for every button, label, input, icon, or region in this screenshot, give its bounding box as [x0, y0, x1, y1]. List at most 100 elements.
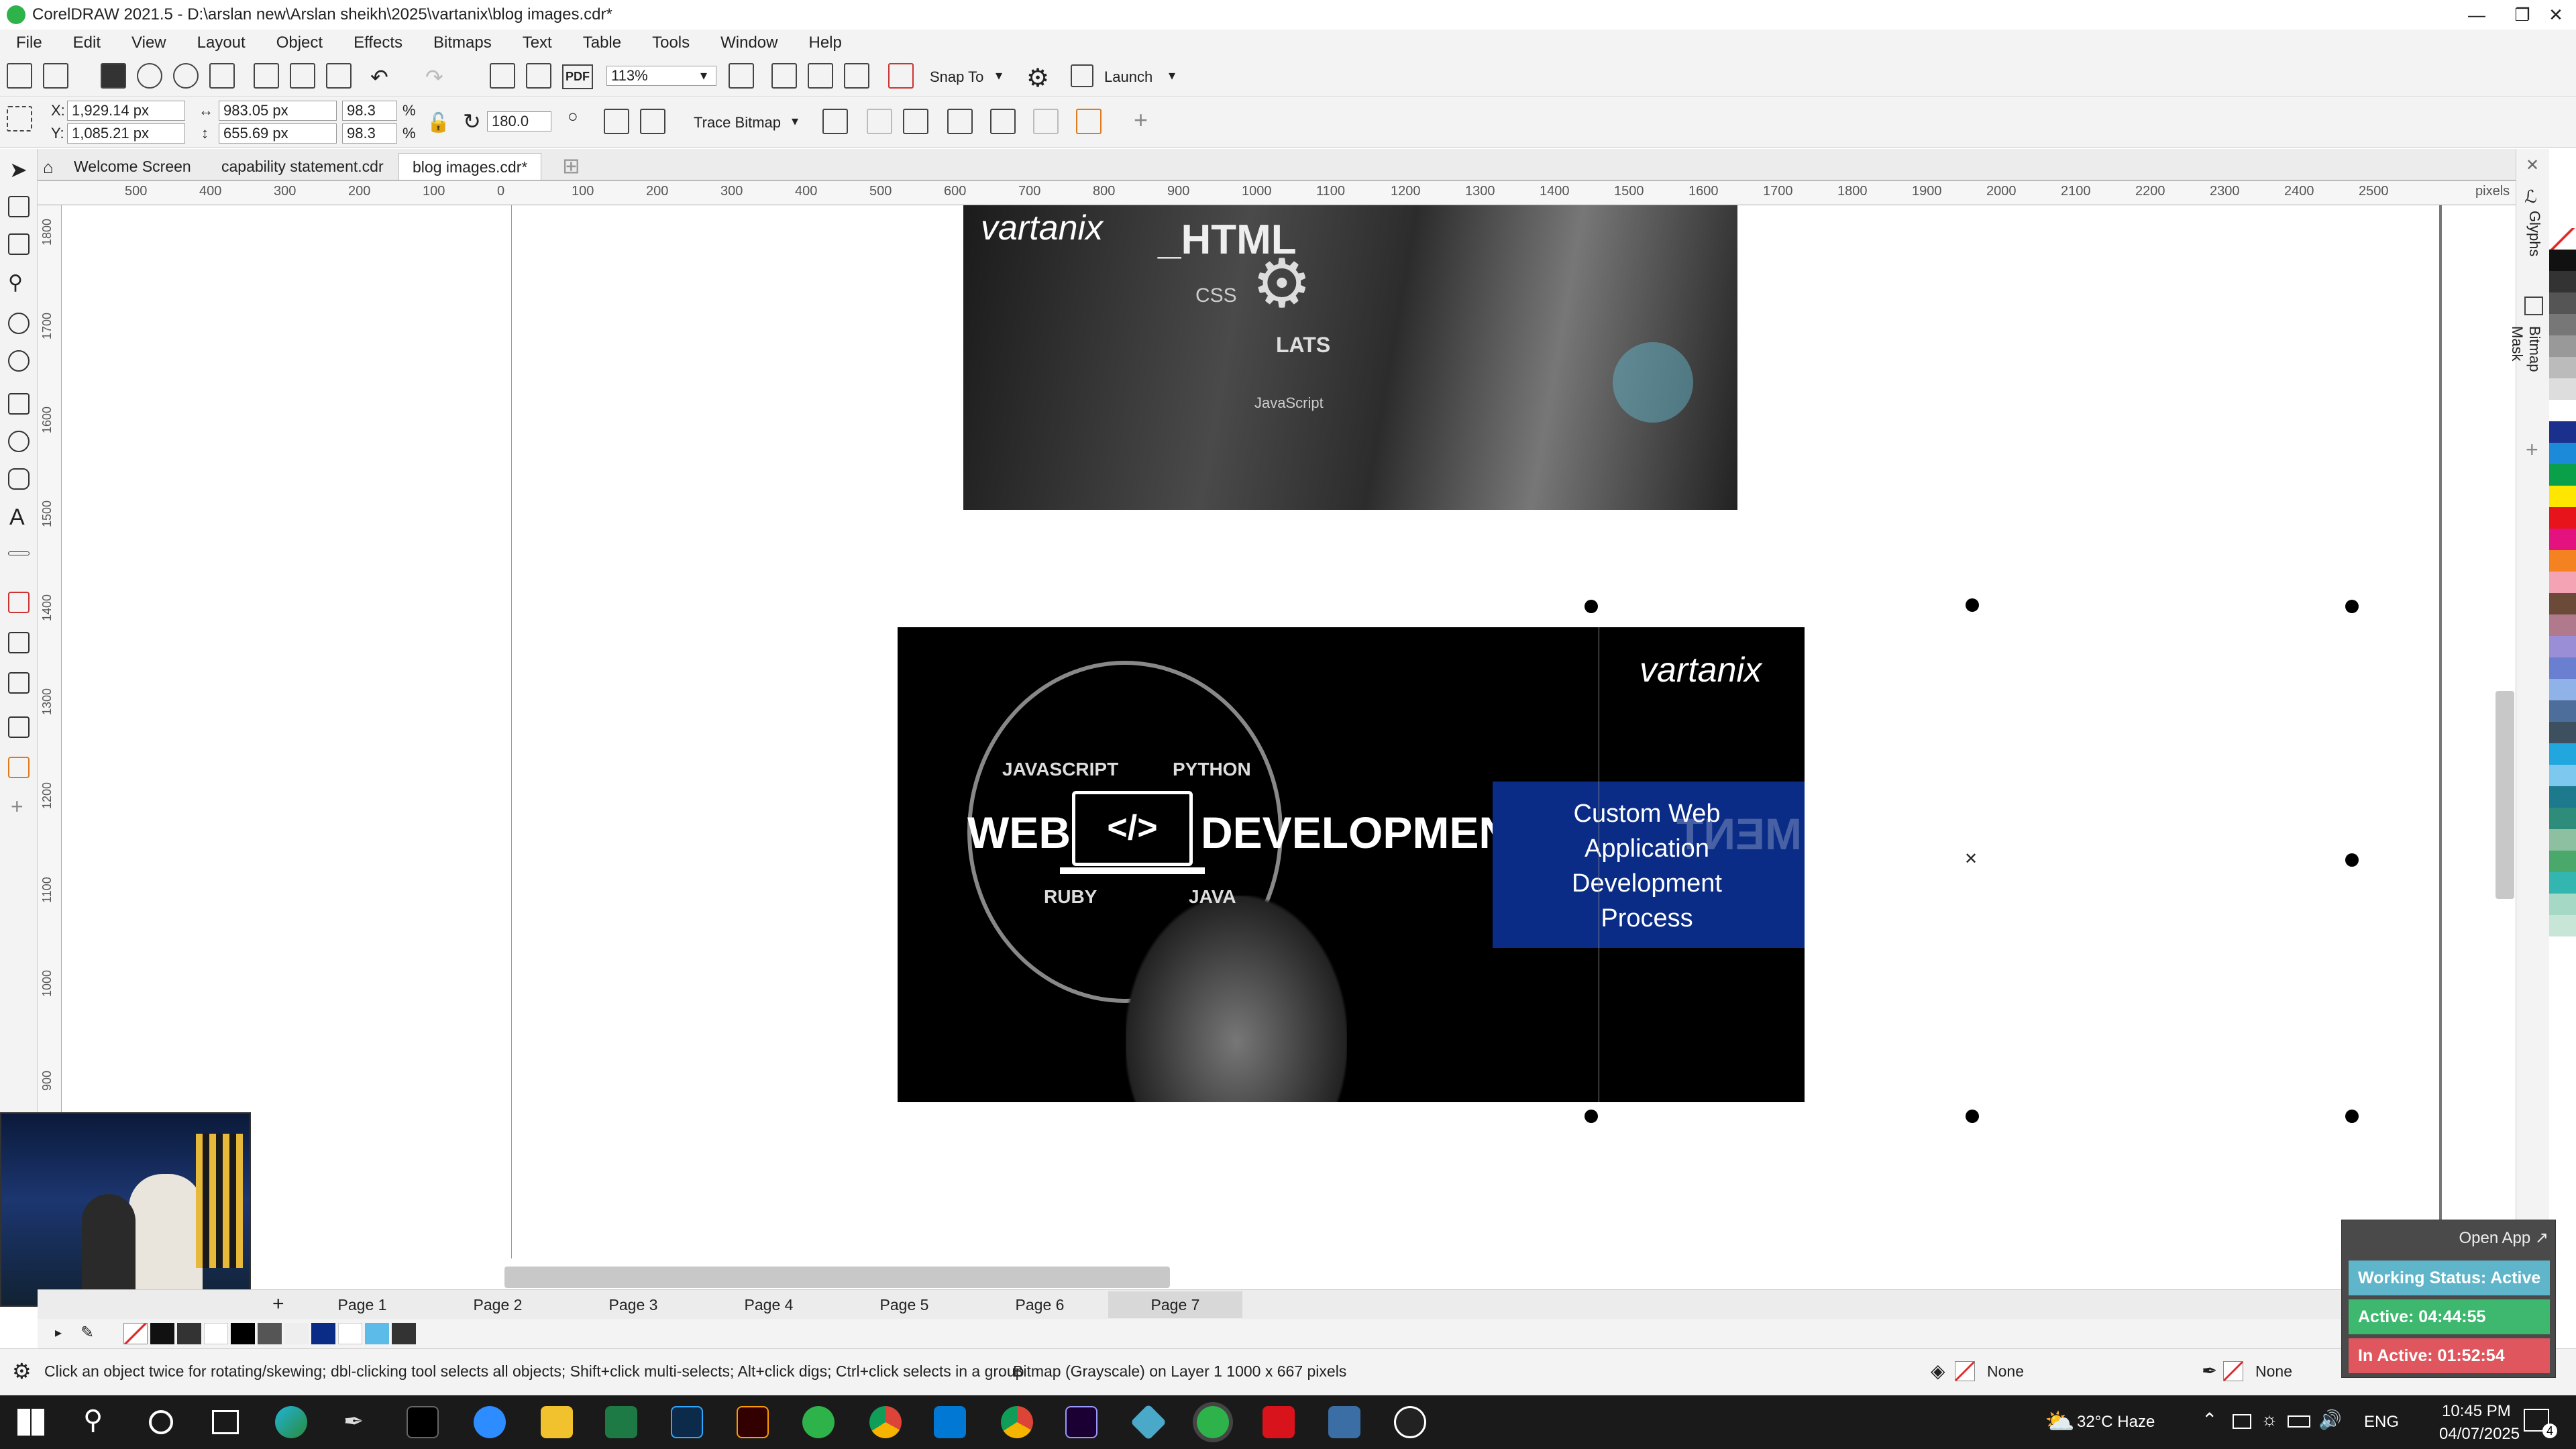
swatch-navy[interactable]	[2549, 421, 2576, 443]
swatch-navy[interactable]	[311, 1323, 335, 1344]
rotation-angle-field[interactable]: 180.0	[487, 111, 551, 131]
swatch-pale-green[interactable]	[2549, 915, 2576, 936]
menu-file[interactable]: File	[16, 34, 42, 52]
add-tool-icon[interactable]: +	[11, 794, 23, 819]
home-icon[interactable]: ⌂	[43, 157, 54, 178]
import-icon[interactable]	[490, 63, 515, 89]
swatch-cyan[interactable]	[2549, 743, 2576, 765]
eyedropper-icon[interactable]	[8, 716, 30, 738]
wrap-text-icon[interactable]	[947, 109, 973, 134]
acrobat-icon[interactable]	[1263, 1406, 1295, 1438]
swatch-red[interactable]	[2549, 507, 2576, 529]
selection-handle[interactable]	[1585, 600, 1598, 613]
swatch-brown[interactable]	[2549, 593, 2576, 614]
page-tab-5[interactable]: Page 5	[837, 1291, 971, 1318]
language-indicator[interactable]: ENG	[2364, 1413, 2399, 1432]
swatch-sage[interactable]	[2549, 829, 2576, 851]
trace-bitmap-button[interactable]: Trace Bitmap	[694, 114, 781, 131]
swatch-gray[interactable]	[2549, 271, 2576, 292]
chevron-down-icon[interactable]: ▾	[1169, 67, 1175, 84]
menu-view[interactable]: View	[131, 34, 166, 52]
swatch-green[interactable]	[2549, 464, 2576, 486]
height-field[interactable]: 655.69 px	[219, 123, 337, 144]
full-screen-icon[interactable]	[729, 63, 754, 89]
gear-icon[interactable]: ⚙	[1026, 63, 1049, 93]
resample-icon[interactable]	[867, 109, 892, 134]
coreldraw-active-icon[interactable]	[1197, 1406, 1229, 1438]
clock-time[interactable]: 10:45 PM	[2442, 1402, 2511, 1421]
transparency-icon[interactable]	[8, 672, 30, 694]
edit-bitmap-icon[interactable]	[903, 109, 928, 134]
show-hidden-icons[interactable]: ⌃	[2202, 1409, 2217, 1431]
weather-icon[interactable]: ⛅	[2045, 1407, 2075, 1436]
swatch-teal[interactable]	[2549, 808, 2576, 829]
cortana-icon[interactable]	[149, 1410, 173, 1434]
chevron-down-icon[interactable]: ▾	[700, 67, 707, 84]
show-grid-icon[interactable]	[808, 63, 833, 89]
clock-date[interactable]: 04/07/2025	[2439, 1425, 2520, 1444]
tab-blog-images[interactable]: blog images.cdr*	[398, 153, 542, 180]
chevron-down-icon[interactable]: ▾	[792, 113, 798, 129]
scale-height-field[interactable]: 98.3	[342, 123, 397, 144]
wifi-icon[interactable]: ☼	[2261, 1409, 2278, 1430]
swatch-gray[interactable]	[2549, 314, 2576, 335]
crop-tool-icon[interactable]	[8, 233, 30, 255]
menu-text[interactable]: Text	[523, 34, 552, 52]
open-icon[interactable]	[43, 63, 68, 89]
swatch-gray[interactable]	[2549, 378, 2576, 400]
text-tool-icon[interactable]: A	[9, 504, 25, 531]
chrome-profile-icon[interactable]	[1001, 1406, 1033, 1438]
tab-welcome-screen[interactable]: Welcome Screen	[60, 153, 205, 180]
swatch-white[interactable]	[284, 1323, 309, 1344]
photoshop-icon[interactable]	[671, 1406, 703, 1438]
arrange-icon[interactable]	[1076, 109, 1102, 134]
swatch-none[interactable]	[2549, 228, 2576, 250]
swatch-gray[interactable]	[2549, 335, 2576, 357]
mirror-vertical-icon[interactable]	[640, 109, 665, 134]
undo-icon[interactable]: ↶	[370, 64, 388, 90]
selection-handle[interactable]	[1585, 1110, 1598, 1123]
no-fill-swatch[interactable]	[1955, 1361, 1975, 1381]
swatch-teal[interactable]	[2549, 786, 2576, 808]
swatch-black[interactable]	[231, 1323, 255, 1344]
zoom-tool-icon[interactable]: ⚲	[8, 271, 23, 294]
pen-tool-icon[interactable]: ✒	[343, 1407, 364, 1436]
media-player-icon[interactable]	[1394, 1406, 1426, 1438]
show-rulers-icon[interactable]	[771, 63, 797, 89]
add-page-icon[interactable]: +	[272, 1293, 284, 1316]
vertical-scrollbar[interactable]	[2496, 691, 2514, 899]
object-origin-icon[interactable]	[7, 106, 32, 131]
save-icon[interactable]	[101, 63, 126, 89]
menu-object[interactable]: Object	[276, 34, 323, 52]
selection-handle[interactable]	[2345, 600, 2359, 613]
excel-icon[interactable]	[605, 1406, 637, 1438]
ellipse-tool-icon[interactable]	[8, 431, 30, 452]
swatch-gray[interactable]	[2549, 357, 2576, 378]
swatch-black[interactable]	[2549, 250, 2576, 271]
swatch-yellow[interactable]	[2549, 486, 2576, 507]
width-field[interactable]: 983.05 px	[219, 101, 337, 121]
rotation-center-icon[interactable]: ✕	[1964, 849, 1978, 869]
swatch-lavender[interactable]	[2549, 636, 2576, 657]
weather-text[interactable]: 32°C Haze	[2077, 1413, 2155, 1432]
file-explorer-icon[interactable]	[541, 1406, 573, 1438]
blog-image-html[interactable]: vartanix _HTML CSS LATS JavaScript ⚙	[963, 205, 1737, 510]
swatch-white[interactable]	[204, 1323, 228, 1344]
menu-layout[interactable]: Layout	[197, 34, 246, 52]
swatch-mauve[interactable]	[2549, 614, 2576, 636]
lock-ratio-icon[interactable]: 🔓	[427, 111, 450, 133]
selection-handle[interactable]	[2345, 853, 2359, 867]
chrome-icon[interactable]	[869, 1406, 902, 1438]
tab-capability-statement[interactable]: capability statement.cdr	[208, 153, 397, 180]
y-position-field[interactable]: 1,085.21 px	[67, 123, 185, 144]
process-text-box[interactable]: MENT Custom Web Application Development …	[1493, 782, 1805, 948]
search-icon[interactable]: ⚲	[83, 1405, 103, 1436]
swatch-orange[interactable]	[2549, 550, 2576, 572]
page-tab-4[interactable]: Page 4	[702, 1291, 836, 1318]
calculator-icon[interactable]	[1328, 1406, 1360, 1438]
swatch-aqua[interactable]	[2549, 872, 2576, 894]
glyphs-icon[interactable]: ℒ	[2524, 186, 2537, 207]
vscode-icon[interactable]	[934, 1406, 966, 1438]
page-tab-3[interactable]: Page 3	[566, 1291, 700, 1318]
copy-icon[interactable]	[290, 63, 315, 89]
